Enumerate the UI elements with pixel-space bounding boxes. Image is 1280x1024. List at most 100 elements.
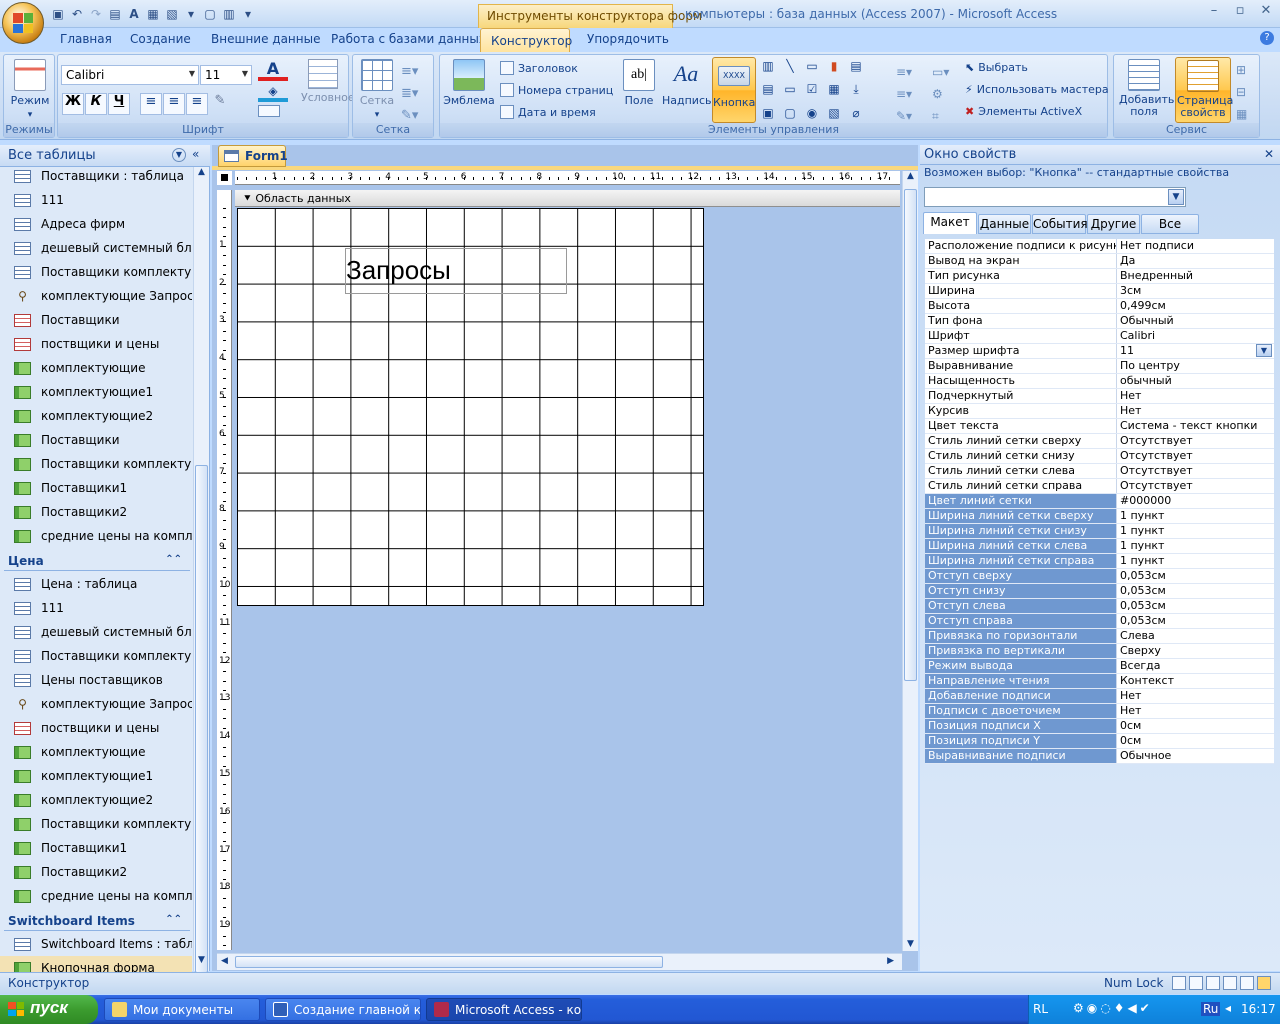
property-value[interactable]: 0см	[1117, 719, 1274, 733]
property-value[interactable]: 0,053см	[1117, 614, 1274, 628]
nav-item[interactable]: поствщики и цены	[0, 716, 192, 740]
nav-item[interactable]: Поставщики комплекту...	[0, 452, 192, 476]
nav-item[interactable]: средние цены на компл...	[0, 524, 192, 548]
title-control-button[interactable]: Заголовок	[500, 61, 578, 75]
mode-button[interactable]: Режим ▾	[8, 59, 52, 120]
logo-button[interactable]: Эмблема	[443, 59, 495, 107]
line-style-icons[interactable]: ≡▾ ≡▾ ✎▾	[896, 61, 912, 127]
property-value[interactable]: 1 пункт	[1117, 509, 1274, 523]
property-row[interactable]: Выравнивание По центру	[925, 359, 1274, 374]
property-row[interactable]: Вывод на экран Да	[925, 254, 1274, 269]
property-row[interactable]: Стиль линий сетки сверху Отсутствует	[925, 434, 1274, 449]
taskbar-word-doc[interactable]: Создание главной кн...	[265, 998, 421, 1021]
property-row[interactable]: Отступ слева 0,053см	[925, 599, 1274, 614]
property-row[interactable]: Стиль линий сетки снизу Отсутствует	[925, 449, 1274, 464]
nav-item[interactable]: Поставщики1	[0, 476, 192, 500]
property-row[interactable]: Подчеркнутый Нет	[925, 389, 1274, 404]
align-left-icon[interactable]: ≡	[140, 93, 162, 115]
ruler-corner[interactable]	[217, 171, 232, 185]
nav-item[interactable]: Адреса фирм	[0, 212, 192, 236]
list-icon[interactable]: ▤	[760, 82, 776, 100]
property-row[interactable]: Направление чтения Контекст	[925, 674, 1274, 689]
nav-dropdown-icon[interactable]: ▼	[172, 148, 186, 162]
tab-arrange[interactable]: Упорядочить	[587, 32, 669, 46]
taskbar-access[interactable]: Microsoft Access - ком...	[426, 998, 582, 1021]
taskbar-my-documents[interactable]: Мои документы	[104, 998, 260, 1021]
property-row[interactable]: Высота 0,499см	[925, 299, 1274, 314]
collapse-pane-icon[interactable]: «	[192, 147, 199, 161]
combo-icon[interactable]: ▦	[826, 82, 842, 100]
detail-section-bar[interactable]: ⯆ Область данных	[235, 190, 900, 207]
property-row[interactable]: Отступ справа 0,053см	[925, 614, 1274, 629]
tab-database-tools[interactable]: Работа с базами данных	[331, 32, 486, 46]
pivottable-view-icon[interactable]	[1206, 976, 1220, 990]
nav-item[interactable]: 111	[0, 596, 192, 620]
form-view-icon[interactable]	[1172, 976, 1186, 990]
property-value[interactable]: Система - текст кнопки	[1117, 419, 1274, 433]
checkbox-icon[interactable]: ☑	[804, 82, 820, 100]
property-value[interactable]: #000000	[1117, 494, 1274, 508]
property-value[interactable]: Да	[1117, 254, 1274, 268]
nav-item[interactable]: комплектующие	[0, 356, 192, 380]
scroll-up-icon[interactable]: ▲	[194, 167, 209, 183]
tab-create[interactable]: Создание	[130, 32, 191, 46]
radio-icon[interactable]: ◉	[804, 106, 820, 123]
nav-item[interactable]: Поставщики2	[0, 860, 192, 884]
scroll-left-icon[interactable]: ◀	[221, 956, 228, 966]
toggle-icon[interactable]: ▭	[804, 59, 820, 76]
property-tab[interactable]: Другие	[1087, 214, 1140, 234]
italic-button[interactable]: К	[85, 93, 107, 115]
property-value[interactable]: Сверху	[1117, 644, 1274, 658]
frame-icon[interactable]: ▢	[782, 106, 798, 123]
activex-button[interactable]: ✖ Элементы ActiveX	[965, 105, 1082, 118]
property-value[interactable]: Нет	[1117, 689, 1274, 703]
align-right-icon[interactable]: ≡	[186, 93, 208, 115]
property-row[interactable]: Тип рисунка Внедренный	[925, 269, 1274, 284]
close-icon[interactable]: ✕	[1264, 147, 1274, 161]
keyboard-language[interactable]: Ru	[1201, 1002, 1221, 1016]
nav-scroll-thumb[interactable]	[195, 465, 208, 973]
undo-icon[interactable]: ↶	[69, 6, 85, 22]
property-row[interactable]: Ширина 3см	[925, 284, 1274, 299]
object-select-combo[interactable]: ▼	[924, 187, 1186, 207]
font-a-icon[interactable]: A	[126, 6, 142, 22]
scroll-down-icon[interactable]: ▼	[194, 955, 209, 971]
rectangle-icon[interactable]: ▭	[782, 82, 798, 100]
property-row[interactable]: Курсив Нет	[925, 404, 1274, 419]
property-value[interactable]: 1 пункт	[1117, 554, 1274, 568]
nav-item[interactable]: комплектующие2	[0, 404, 192, 428]
property-value[interactable]: Отсутствует	[1117, 434, 1274, 448]
font-size-select[interactable]: 11 ▼	[200, 65, 252, 85]
nav-item[interactable]: Поставщики2	[0, 500, 192, 524]
property-tab[interactable]: Макет	[923, 212, 977, 234]
nav-item[interactable]: дешевый системный блок	[0, 236, 192, 260]
property-value[interactable]: Нет	[1117, 704, 1274, 718]
nav-item[interactable]: Поставщики	[0, 428, 192, 452]
nav-item[interactable]: Цены поставщиков	[0, 668, 192, 692]
property-tab[interactable]: Данные	[978, 214, 1031, 234]
property-row[interactable]: Отступ снизу 0,053см	[925, 584, 1274, 599]
office-button[interactable]	[2, 2, 44, 44]
tab-home[interactable]: Главная	[60, 32, 112, 46]
nav-group-header[interactable]: Switchboard Items ⌃⌃	[4, 913, 190, 931]
property-tab[interactable]: Все	[1141, 214, 1199, 234]
property-value[interactable]: обычный	[1117, 374, 1274, 388]
nav-item[interactable]: Поставщики комплекту...	[0, 644, 192, 668]
property-value[interactable]: Нет подписи	[1117, 239, 1274, 253]
layout-view-icon[interactable]	[1240, 976, 1254, 990]
property-row[interactable]: Выравнивание подписи Обычное	[925, 749, 1274, 764]
nav-item[interactable]: Поставщики : таблица	[0, 164, 192, 188]
collapse-group-icon[interactable]: ⌃⌃	[165, 914, 182, 925]
date-time-button[interactable]: Дата и время	[500, 105, 596, 119]
customize-icon[interactable]: ▾	[240, 6, 256, 22]
datasheet-view-icon[interactable]	[1189, 976, 1203, 990]
format-painter-icon[interactable]: ✎	[209, 93, 231, 115]
chart-icon[interactable]: ▮	[826, 59, 842, 76]
property-row[interactable]: Цвет текста Система - текст кнопки	[925, 419, 1274, 434]
font-family-select[interactable]: Calibri ▼	[61, 65, 199, 85]
conditional-format-button[interactable]: Условное	[301, 59, 355, 104]
nav-item[interactable]: средние цены на компл...	[0, 884, 192, 908]
image-icon[interactable]: ▧	[826, 106, 842, 123]
fill-color-icon[interactable]: ◈	[258, 84, 288, 102]
line-color-icon[interactable]	[258, 105, 288, 121]
